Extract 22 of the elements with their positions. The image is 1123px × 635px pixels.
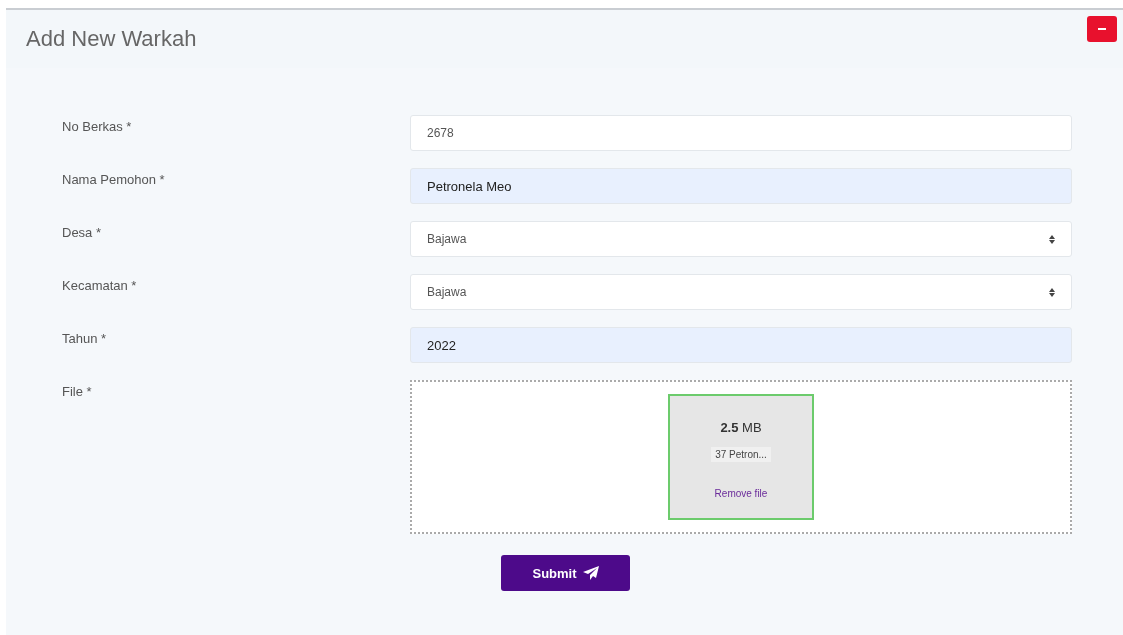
field-label: Tahun * [62,330,108,346]
send-icon [582,566,599,580]
submit-button[interactable]: Submit [501,555,630,591]
field-label: Kecamatan * [62,277,138,293]
file-dropzone[interactable]: 2.5 MB 37 Petron... Remove file [410,380,1072,534]
collapse-button[interactable] [1087,16,1117,42]
minus-icon [1098,28,1106,30]
field-label: No Berkas * [62,118,133,134]
text-field[interactable]: Petronela Meo [410,168,1072,204]
file-name: 37 Petron... [711,447,771,462]
select-field[interactable]: Bajawa [410,221,1072,257]
text-field[interactable]: 2678 [410,115,1072,151]
field-label: Desa * [62,224,103,240]
field-label: File * [62,383,93,399]
card-title: Add New Warkah [26,26,197,52]
text-field[interactable]: 2022 [410,327,1072,363]
file-size: 2.5 MB [720,420,762,435]
dropdown-icon [1049,234,1055,244]
select-field[interactable]: Bajawa [410,274,1072,310]
remove-file-link[interactable]: Remove file [714,488,768,499]
dropdown-icon [1049,287,1055,297]
field-label: Nama Pemohon * [62,171,166,187]
